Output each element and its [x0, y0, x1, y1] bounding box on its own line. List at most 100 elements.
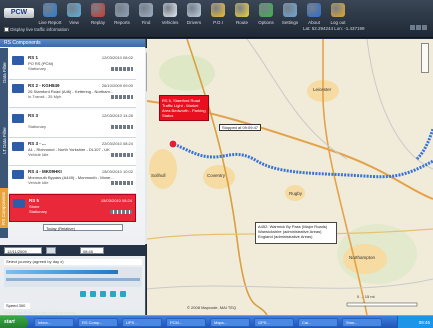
taskbar-window[interactable]: Maps...	[210, 318, 250, 327]
vehicle-dropdown[interactable]: Today (Relative)	[43, 224, 123, 231]
stop-icon[interactable]	[120, 291, 126, 297]
vehicle-card[interactable]: RS 2 - KGH849 26/10/2009 09:00 26 Stamford…	[9, 80, 136, 108]
map-copyright: © 2008 Mapcode, MAI TEQ	[187, 305, 237, 310]
vehicle-name: RS 3 - ...	[28, 141, 46, 146]
minimize-icon[interactable]	[410, 25, 415, 30]
tab-rs-components[interactable]: RS Components	[0, 188, 8, 228]
vehicle-status: Stationary	[29, 209, 48, 214]
town-label: Coventry	[207, 173, 226, 178]
taskbar-window[interactable]: Inbox...	[34, 318, 74, 327]
tab-lt-data-filter[interactable]: LT Data Filter	[0, 120, 8, 160]
toolbar-button-drivers[interactable]: Drivers	[182, 3, 206, 33]
info-icon	[307, 3, 321, 17]
vehicle-status: Vehicle Idle	[28, 180, 49, 185]
toolbar-button-replay[interactable]: Replay	[86, 3, 110, 33]
taskbar-window[interactable]: GPS...	[254, 318, 294, 327]
start-button[interactable]: start	[0, 316, 28, 328]
tab-label: RS Components	[1, 191, 7, 225]
panel-title: RS Components	[0, 39, 145, 47]
map-view[interactable]: RS 5, Stamford Road Traffic Light - Mark…	[147, 39, 433, 315]
toolbar-button-reports[interactable]: Reports	[110, 3, 134, 33]
tab-label: Data Filter	[1, 61, 7, 83]
toolbar-button-route[interactable]: Route	[230, 3, 254, 33]
taskbar-window[interactable]: RS Comp...	[78, 318, 118, 327]
journey-timeline[interactable]	[4, 267, 142, 287]
timeline-range	[6, 278, 140, 281]
lock-icon	[331, 3, 345, 17]
truck-icon	[12, 56, 24, 65]
time-input[interactable]: 08:45	[80, 247, 104, 254]
vehicle-popup[interactable]: RS 5, Stamford Road Traffic Light - Mark…	[159, 95, 209, 121]
vehicle-card[interactable]: RS 1 12/03/2010 08:02 PO RS (PCM) Stationar…	[9, 52, 136, 80]
toolbar-button-find[interactable]: Find	[134, 3, 158, 33]
vehicle-marker[interactable]	[168, 139, 178, 149]
vehicle-name: RS 1	[28, 55, 39, 60]
town-area	[149, 149, 177, 189]
play-icon[interactable]	[90, 291, 96, 297]
toolbar-button-label: Vehicles	[161, 20, 179, 25]
vehicle-card[interactable]: RS 4 - MK09HKI 15/03/2010 10:02 Monmouth B…	[9, 166, 136, 194]
rewind-icon[interactable]	[80, 291, 86, 297]
system-tray-clock: 08:45	[397, 316, 433, 328]
traffic-toggle[interactable]: Display live traffic information	[4, 27, 69, 33]
toolbar-button-settings[interactable]: Settings	[278, 3, 302, 33]
truck-icon	[13, 199, 25, 208]
vehicle-status: Stationary	[28, 124, 47, 129]
truck-icon	[12, 170, 24, 179]
toolbar-button-label: P.O.I	[213, 20, 223, 25]
truck-icon	[12, 142, 24, 151]
toolbar-button-p-o-i[interactable]: P.O.I	[206, 3, 230, 33]
signal-indicator	[111, 181, 133, 185]
stopped-label: Stopped at 09:09:47	[219, 124, 262, 131]
timeline-track	[6, 270, 118, 274]
date-controls: 12/11/2009 08:45	[0, 245, 146, 256]
drivers-icon	[187, 3, 201, 17]
truck-icon	[12, 114, 24, 123]
toolbar-button-label: Find	[141, 20, 151, 25]
find-icon	[139, 3, 153, 17]
toolbar-button-label: Options	[258, 20, 274, 25]
toolbar-button-label: Drivers	[186, 20, 202, 25]
map-canvas[interactable]	[147, 39, 433, 315]
gear-icon	[283, 3, 297, 17]
calendar-icon[interactable]	[46, 247, 56, 254]
zoom-controls[interactable]	[421, 43, 429, 73]
close-icon[interactable]	[422, 25, 427, 30]
tools-icon	[115, 3, 129, 17]
forward-icon[interactable]	[110, 291, 116, 297]
vehicle-card[interactable]: RS 3 - ... 22/03/2010 08:24 A1 - Richmond …	[9, 138, 136, 166]
traffic-checkbox[interactable]	[4, 27, 9, 33]
town-label: Leicester	[313, 87, 332, 92]
window-controls[interactable]	[409, 25, 429, 32]
signal-indicator	[111, 153, 133, 157]
speed-select[interactable]: Speed 300	[4, 303, 30, 309]
globe-icon	[43, 3, 57, 17]
taskbar-window[interactable]: Cal...	[298, 318, 338, 327]
pause-icon[interactable]	[100, 291, 106, 297]
vehicle-card[interactable]: RS 5 15/03/2010 08:24 Stone Stationary	[9, 194, 136, 222]
vehicle-panel: RS Components Data Filter LT Data Filter…	[0, 39, 151, 315]
vehicle-list: RS 1 12/03/2010 08:02 PO RS (PCM) Stationar…	[9, 48, 151, 244]
vehicle-date: 22/03/2010 08:24	[101, 141, 133, 146]
logo-text: PCW	[10, 9, 28, 16]
toolbar-button-label: Reports	[114, 20, 130, 25]
playback-controls	[4, 289, 142, 301]
toolbar-button-options[interactable]: Options	[254, 3, 278, 33]
map-park	[159, 55, 215, 91]
tab-data-filter[interactable]: Data Filter	[0, 52, 8, 92]
windows-taskbar: start Inbox... RS Comp... UPS... PCM... Maps…	[0, 315, 433, 328]
town-label: Solihull	[151, 173, 166, 178]
toolbar-button-label: Settings	[281, 20, 299, 25]
taskbar-window[interactable]: UPS...	[122, 318, 162, 327]
toolbar-button-vehicles[interactable]: Vehicles	[158, 3, 182, 33]
cart-icon	[67, 3, 81, 17]
restore-icon[interactable]	[416, 25, 421, 30]
vehicle-name: RS 5	[29, 198, 40, 203]
vehicle-date: 12/03/2010 14:26	[101, 113, 133, 118]
road-info-text: A452; Warmick By Pass (Major Roads) Warw…	[258, 224, 328, 239]
vehicle-card[interactable]: RS 3 12/03/2010 14:26 Stationary	[9, 110, 136, 138]
journey-select[interactable]: Select journey (agreed by day x)	[4, 259, 142, 265]
taskbar-window[interactable]: Sms...	[342, 318, 382, 327]
date-from-input[interactable]: 12/11/2009	[4, 247, 42, 254]
taskbar-window[interactable]: PCM...	[166, 318, 206, 327]
